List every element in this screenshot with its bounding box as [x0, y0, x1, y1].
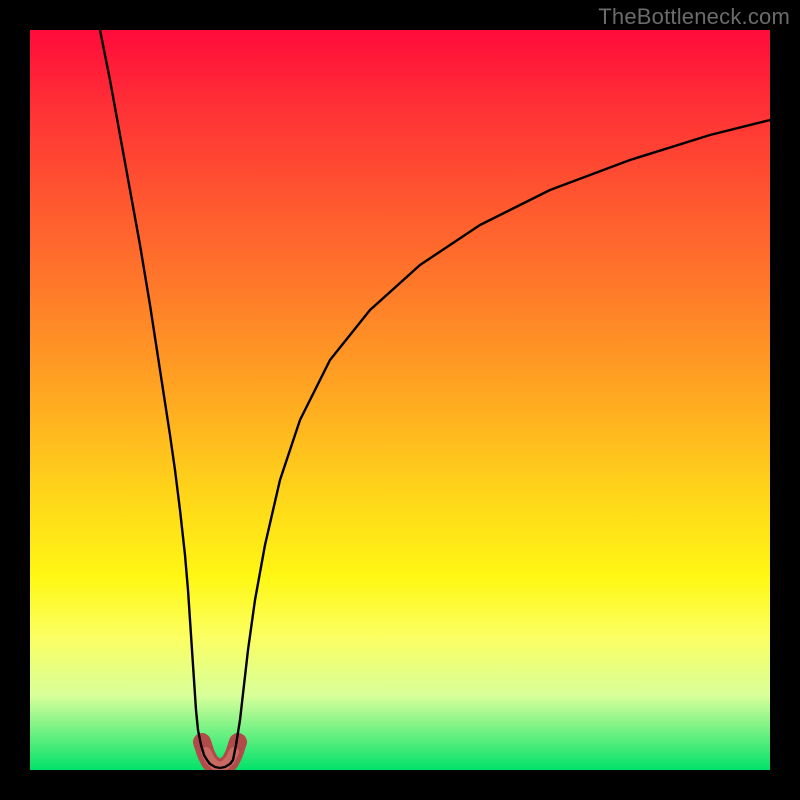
chart-frame: TheBottleneck.com: [0, 0, 800, 800]
plot-area: [30, 30, 770, 770]
watermark-text: TheBottleneck.com: [598, 4, 790, 30]
curve-path: [100, 30, 770, 768]
curve-svg: [30, 30, 770, 770]
